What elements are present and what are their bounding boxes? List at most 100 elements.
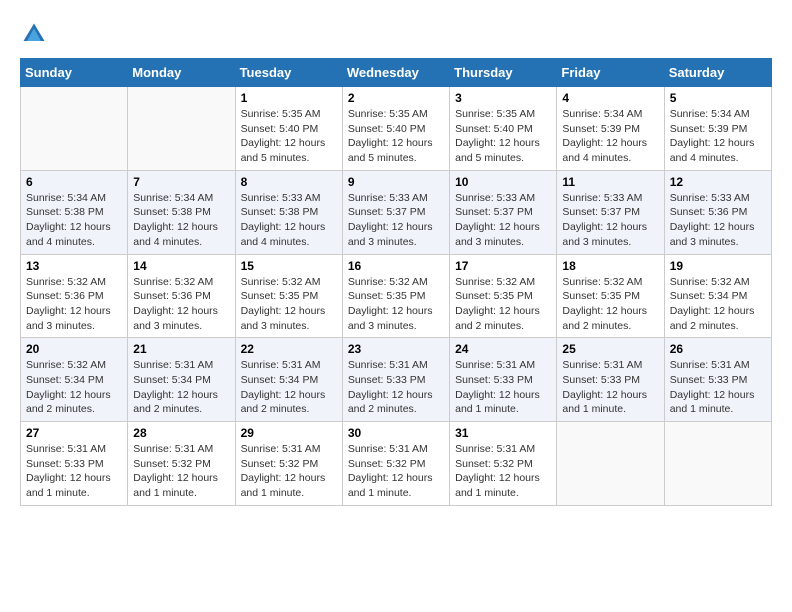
day-number: 6 <box>26 175 122 189</box>
calendar-cell: 7 Sunrise: 5:34 AM Sunset: 5:38 PM Daylig… <box>128 170 235 254</box>
day-info: Sunrise: 5:31 AM Sunset: 5:33 PM Dayligh… <box>670 358 766 417</box>
day-number: 18 <box>562 259 658 273</box>
calendar-cell: 3 Sunrise: 5:35 AM Sunset: 5:40 PM Daylig… <box>450 87 557 171</box>
logo-icon <box>20 20 48 48</box>
calendar-cell: 21Sunrise: 5:31 AM Sunset: 5:34 PM Dayli… <box>128 338 235 422</box>
day-info: Sunrise: 5:35 AM Sunset: 5:40 PM Dayligh… <box>455 107 551 166</box>
day-info: Sunrise: 5:31 AM Sunset: 5:33 PM Dayligh… <box>348 358 444 417</box>
day-number: 29 <box>241 426 337 440</box>
calendar-cell: 4 Sunrise: 5:34 AM Sunset: 5:39 PM Daylig… <box>557 87 664 171</box>
day-number: 28 <box>133 426 229 440</box>
day-number: 4 <box>562 91 658 105</box>
calendar-cell: 17Sunrise: 5:32 AM Sunset: 5:35 PM Dayli… <box>450 254 557 338</box>
day-info: Sunrise: 5:32 AM Sunset: 5:35 PM Dayligh… <box>348 275 444 334</box>
day-info: Sunrise: 5:33 AM Sunset: 5:37 PM Dayligh… <box>562 191 658 250</box>
day-number: 27 <box>26 426 122 440</box>
calendar-cell: 23 Sunrise: 5:31 AM Sunset: 5:33 PM Dayli… <box>342 338 449 422</box>
calendar-week-4: 20 Sunrise: 5:32 AM Sunset: 5:34 PM Dayli… <box>21 338 772 422</box>
day-info: Sunrise: 5:31 AM Sunset: 5:32 PM Dayligh… <box>241 442 337 501</box>
calendar-cell <box>21 87 128 171</box>
day-info: Sunrise: 5:31 AM Sunset: 5:34 PM Dayligh… <box>133 358 229 417</box>
day-number: 13 <box>26 259 122 273</box>
calendar-cell: 16Sunrise: 5:32 AM Sunset: 5:35 PM Dayli… <box>342 254 449 338</box>
day-number: 20 <box>26 342 122 356</box>
day-number: 5 <box>670 91 766 105</box>
weekday-header-saturday: Saturday <box>664 59 771 87</box>
day-number: 24 <box>455 342 551 356</box>
calendar-cell: 25 Sunrise: 5:31 AM Sunset: 5:33 PM Dayli… <box>557 338 664 422</box>
weekday-header-sunday: Sunday <box>21 59 128 87</box>
weekday-header-tuesday: Tuesday <box>235 59 342 87</box>
day-info: Sunrise: 5:31 AM Sunset: 5:33 PM Dayligh… <box>455 358 551 417</box>
calendar-cell <box>664 422 771 506</box>
day-info: Sunrise: 5:32 AM Sunset: 5:35 PM Dayligh… <box>241 275 337 334</box>
day-info: Sunrise: 5:32 AM Sunset: 5:34 PM Dayligh… <box>26 358 122 417</box>
day-number: 26 <box>670 342 766 356</box>
days-header-row: SundayMondayTuesdayWednesdayThursdayFrid… <box>21 59 772 87</box>
day-info: Sunrise: 5:32 AM Sunset: 5:36 PM Dayligh… <box>26 275 122 334</box>
calendar-week-5: 27 Sunrise: 5:31 AM Sunset: 5:33 PM Dayli… <box>21 422 772 506</box>
day-info: Sunrise: 5:34 AM Sunset: 5:38 PM Dayligh… <box>133 191 229 250</box>
day-info: Sunrise: 5:31 AM Sunset: 5:33 PM Dayligh… <box>26 442 122 501</box>
calendar-cell: 27 Sunrise: 5:31 AM Sunset: 5:33 PM Dayli… <box>21 422 128 506</box>
day-info: Sunrise: 5:34 AM Sunset: 5:38 PM Dayligh… <box>26 191 122 250</box>
day-number: 10 <box>455 175 551 189</box>
calendar-week-1: 1 Sunrise: 5:35 AM Sunset: 5:40 PM Daylig… <box>21 87 772 171</box>
day-info: Sunrise: 5:31 AM Sunset: 5:33 PM Dayligh… <box>562 358 658 417</box>
day-number: 7 <box>133 175 229 189</box>
calendar-cell: 29 Sunrise: 5:31 AM Sunset: 5:32 PM Dayli… <box>235 422 342 506</box>
day-info: Sunrise: 5:32 AM Sunset: 5:34 PM Dayligh… <box>670 275 766 334</box>
calendar-cell: 24 Sunrise: 5:31 AM Sunset: 5:33 PM Dayli… <box>450 338 557 422</box>
calendar-cell: 22 Sunrise: 5:31 AM Sunset: 5:34 PM Dayli… <box>235 338 342 422</box>
day-info: Sunrise: 5:33 AM Sunset: 5:37 PM Dayligh… <box>455 191 551 250</box>
day-number: 11 <box>562 175 658 189</box>
calendar-cell: 2 Sunrise: 5:35 AM Sunset: 5:40 PM Daylig… <box>342 87 449 171</box>
day-info: Sunrise: 5:35 AM Sunset: 5:40 PM Dayligh… <box>348 107 444 166</box>
day-number: 30 <box>348 426 444 440</box>
day-info: Sunrise: 5:35 AM Sunset: 5:40 PM Dayligh… <box>241 107 337 166</box>
day-info: Sunrise: 5:31 AM Sunset: 5:34 PM Dayligh… <box>241 358 337 417</box>
weekday-header-wednesday: Wednesday <box>342 59 449 87</box>
calendar-cell: 10 Sunrise: 5:33 AM Sunset: 5:37 PM Dayli… <box>450 170 557 254</box>
day-number: 19 <box>670 259 766 273</box>
day-number: 22 <box>241 342 337 356</box>
day-number: 8 <box>241 175 337 189</box>
logo <box>20 20 52 48</box>
weekday-header-friday: Friday <box>557 59 664 87</box>
calendar-cell: 18 Sunrise: 5:32 AM Sunset: 5:35 PM Dayli… <box>557 254 664 338</box>
calendar-cell <box>128 87 235 171</box>
day-number: 15 <box>241 259 337 273</box>
day-info: Sunrise: 5:31 AM Sunset: 5:32 PM Dayligh… <box>348 442 444 501</box>
day-info: Sunrise: 5:32 AM Sunset: 5:35 PM Dayligh… <box>562 275 658 334</box>
calendar-cell: 9Sunrise: 5:33 AM Sunset: 5:37 PM Daylig… <box>342 170 449 254</box>
day-number: 3 <box>455 91 551 105</box>
day-info: Sunrise: 5:31 AM Sunset: 5:32 PM Dayligh… <box>455 442 551 501</box>
day-info: Sunrise: 5:34 AM Sunset: 5:39 PM Dayligh… <box>562 107 658 166</box>
day-info: Sunrise: 5:32 AM Sunset: 5:36 PM Dayligh… <box>133 275 229 334</box>
calendar-cell: 12Sunrise: 5:33 AM Sunset: 5:36 PM Dayli… <box>664 170 771 254</box>
calendar-cell: 15 Sunrise: 5:32 AM Sunset: 5:35 PM Dayli… <box>235 254 342 338</box>
day-number: 12 <box>670 175 766 189</box>
calendar-cell: 1 Sunrise: 5:35 AM Sunset: 5:40 PM Daylig… <box>235 87 342 171</box>
calendar-cell: 20 Sunrise: 5:32 AM Sunset: 5:34 PM Dayli… <box>21 338 128 422</box>
day-number: 25 <box>562 342 658 356</box>
calendar-cell: 19 Sunrise: 5:32 AM Sunset: 5:34 PM Dayli… <box>664 254 771 338</box>
day-info: Sunrise: 5:34 AM Sunset: 5:39 PM Dayligh… <box>670 107 766 166</box>
day-number: 2 <box>348 91 444 105</box>
calendar-cell: 14 Sunrise: 5:32 AM Sunset: 5:36 PM Dayli… <box>128 254 235 338</box>
day-info: Sunrise: 5:32 AM Sunset: 5:35 PM Dayligh… <box>455 275 551 334</box>
calendar-week-3: 13 Sunrise: 5:32 AM Sunset: 5:36 PM Dayli… <box>21 254 772 338</box>
calendar-cell: 31Sunrise: 5:31 AM Sunset: 5:32 PM Dayli… <box>450 422 557 506</box>
calendar-cell: 28 Sunrise: 5:31 AM Sunset: 5:32 PM Dayli… <box>128 422 235 506</box>
calendar-week-2: 6 Sunrise: 5:34 AM Sunset: 5:38 PM Daylig… <box>21 170 772 254</box>
day-number: 1 <box>241 91 337 105</box>
calendar-cell: 13 Sunrise: 5:32 AM Sunset: 5:36 PM Dayli… <box>21 254 128 338</box>
calendar-cell <box>557 422 664 506</box>
calendar-table: SundayMondayTuesdayWednesdayThursdayFrid… <box>20 58 772 506</box>
calendar-cell: 6 Sunrise: 5:34 AM Sunset: 5:38 PM Daylig… <box>21 170 128 254</box>
day-info: Sunrise: 5:31 AM Sunset: 5:32 PM Dayligh… <box>133 442 229 501</box>
day-info: Sunrise: 5:33 AM Sunset: 5:38 PM Dayligh… <box>241 191 337 250</box>
day-number: 23 <box>348 342 444 356</box>
calendar-cell: 11 Sunrise: 5:33 AM Sunset: 5:37 PM Dayli… <box>557 170 664 254</box>
day-number: 14 <box>133 259 229 273</box>
